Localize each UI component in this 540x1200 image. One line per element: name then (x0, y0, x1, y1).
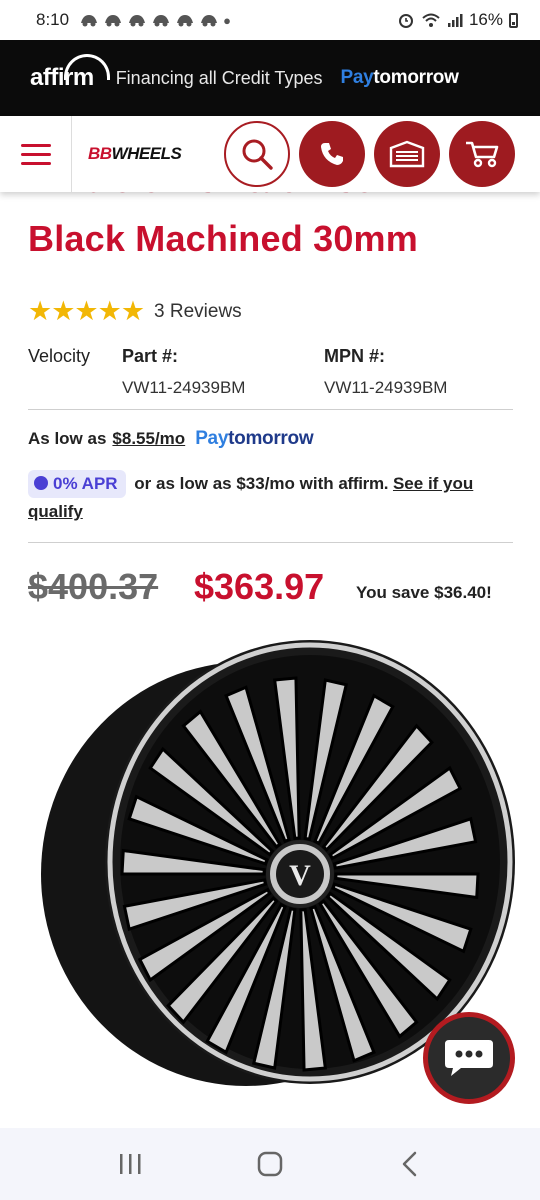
product-brand: Velocity (28, 346, 91, 366)
notification-app-icon (201, 15, 218, 27)
svg-text:V: V (289, 859, 311, 892)
tag-icon (34, 476, 48, 490)
recent-apps-icon (120, 1154, 141, 1174)
divider (28, 542, 513, 543)
chat-button[interactable] (423, 1012, 515, 1104)
notification-app-icon (153, 15, 170, 27)
review-count[interactable]: 3 Reviews (154, 301, 242, 323)
paytomorrow-offer[interactable]: As low as $8.55/mo Paytomorrow (28, 428, 314, 450)
savings-text: You save $36.40! (356, 583, 492, 602)
rating[interactable]: ★★★★★ 3 Reviews (28, 296, 242, 327)
notification-app-icon (81, 15, 98, 27)
notification-app-icon (177, 15, 194, 27)
financing-banner[interactable]: affirm Financing all Credit Types Paytom… (0, 40, 540, 116)
part-number-value: VW11-24939BM (122, 378, 246, 397)
product-title: Black Machined 30mm (28, 218, 418, 259)
search-button[interactable] (224, 121, 290, 187)
home-icon (257, 1151, 283, 1177)
menu-icon[interactable] (0, 116, 72, 192)
notification-icons: ● (79, 13, 231, 28)
sale-price: $363.97 (194, 566, 325, 607)
as-low-as-label: As low as (28, 429, 107, 448)
notification-app-icon (105, 15, 122, 27)
cart-icon (466, 141, 499, 168)
site-header: BBWHEELS (0, 116, 540, 192)
status-right: 16% (397, 10, 518, 30)
monthly-amount-link[interactable]: $8.55/mo (112, 429, 185, 449)
notification-app-icon (129, 15, 146, 27)
wifi-icon (422, 13, 440, 27)
affirm-logo: affirm (30, 54, 110, 92)
star-rating-icon: ★★★★★ (28, 296, 145, 326)
recent-apps-button[interactable] (100, 1139, 160, 1189)
paytomorrow-logo-small: Paytomorrow (195, 428, 314, 449)
battery-icon (509, 12, 518, 28)
affirm-offer-text: or as low as $33/mo with (134, 474, 334, 493)
affirm-arc-icon (64, 54, 110, 80)
cart-button[interactable] (449, 121, 515, 187)
affirm-logo-inline: affirm. (338, 474, 389, 493)
battery-percentage: 16% (468, 10, 503, 29)
site-logo[interactable]: BBWHEELS (88, 144, 218, 164)
chat-bubble-icon (445, 1040, 493, 1076)
phone-button[interactable] (299, 121, 365, 187)
more-notifications-dot-icon: ● (223, 12, 231, 28)
affirm-offer: 0% APR or as low as $33/mo with affirm. … (28, 470, 518, 526)
phone-icon (321, 143, 343, 165)
part-number-label: Part #: (122, 346, 179, 366)
mpn-value: VW11-24939BM (324, 378, 448, 397)
original-price: $400.37 (28, 566, 159, 607)
banner-tagline: Financing all Credit Types (115, 67, 323, 88)
divider (28, 409, 513, 410)
mpn-label: MPN #: (324, 346, 386, 366)
garage-icon (389, 140, 425, 168)
apr-badge: 0% APR (28, 470, 126, 498)
status-bar: 8:10 ● 16% (0, 0, 540, 40)
status-time: 8:10 (36, 10, 70, 29)
back-button[interactable] (380, 1139, 440, 1189)
system-nav-bar (0, 1128, 540, 1200)
home-button[interactable] (240, 1139, 300, 1189)
garage-button[interactable] (374, 121, 440, 187)
paytomorrow-logo: Paytomorrow (340, 67, 459, 88)
signal-icon (447, 14, 463, 27)
alarm-icon (398, 14, 413, 28)
back-icon (402, 1151, 417, 1177)
search-icon (242, 139, 273, 170)
